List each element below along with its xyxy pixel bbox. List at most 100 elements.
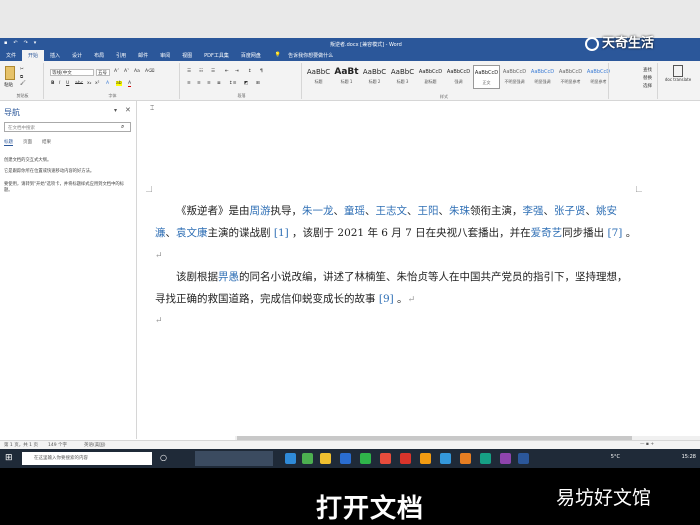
app-icon[interactable] xyxy=(302,453,313,464)
style-intense-emphasis[interactable]: AaBbCcD 明显强调 xyxy=(529,65,556,89)
app-icon[interactable] xyxy=(500,453,511,464)
nav-tab-pages[interactable]: 页面 xyxy=(23,139,32,146)
ruler-toggle-icon[interactable]: ⌶ xyxy=(150,104,162,114)
style-emphasis[interactable]: AaBbCcD 强调 xyxy=(445,65,472,89)
change-case-icon[interactable]: Aa xyxy=(134,69,140,74)
word-icon[interactable] xyxy=(518,453,529,464)
hyperlink[interactable]: 爱奇艺 xyxy=(531,227,563,239)
tell-me-box[interactable]: 告诉我你想要做什么 xyxy=(287,50,339,61)
underline-icon[interactable]: U xyxy=(66,81,69,86)
style-heading-3[interactable]: AaBbC 标题 3 xyxy=(389,65,416,89)
superscript-icon[interactable]: x² xyxy=(95,81,99,86)
word-count[interactable]: 149 个字 xyxy=(48,442,67,448)
style-subtle-emphasis[interactable]: AaBbCcD 不明显强调 xyxy=(501,65,528,89)
style-heading-1[interactable]: AaBt 标题 1 xyxy=(333,65,360,89)
align-center-icon[interactable]: ≡ xyxy=(197,81,201,86)
wechat-icon[interactable] xyxy=(360,453,371,464)
align-right-icon[interactable]: ≡ xyxy=(207,81,211,86)
search-icon[interactable]: ⌕ xyxy=(121,123,124,131)
hyperlink[interactable]: 袁文康 xyxy=(176,227,208,239)
nav-tab-headings[interactable]: 标题 xyxy=(4,139,13,146)
word-taskbar-button[interactable] xyxy=(195,451,273,466)
sort-icon[interactable]: ↕ xyxy=(248,69,252,74)
tab-file[interactable]: 文件 xyxy=(0,50,22,61)
format-painter-icon[interactable]: 🖌 xyxy=(20,81,26,86)
find-button[interactable]: 查找 xyxy=(643,67,652,73)
language[interactable]: 英语(美国) xyxy=(84,442,106,448)
taskbar-search-input[interactable]: 在这里输入你要搜索的内容 xyxy=(22,452,152,465)
windows-start-icon[interactable]: ⊞ xyxy=(5,453,13,463)
font-name-box[interactable]: 等线(中文 xyxy=(50,69,94,76)
tab-insert[interactable]: 插入 xyxy=(44,50,66,61)
redo-icon[interactable]: ↷ xyxy=(24,40,28,46)
numbering-icon[interactable]: ☷ xyxy=(199,69,203,74)
tab-mailings[interactable]: 邮件 xyxy=(132,50,154,61)
save-icon[interactable]: ▪ xyxy=(4,40,7,46)
hyperlink[interactable]: 张子贤 xyxy=(554,205,586,217)
edge-icon[interactable] xyxy=(285,453,296,464)
paragraph-2[interactable]: 该剧根据畀愚的同名小说改编，讲述了林楠笙、朱怡贞等人在中国共产党员的指引下，坚持… xyxy=(155,266,637,311)
grow-font-icon[interactable]: A˄ xyxy=(114,69,119,74)
nav-options-icon[interactable]: ▾ xyxy=(114,107,117,114)
tab-home[interactable]: 开始 xyxy=(22,50,45,61)
tab-pdf-tools[interactable]: PDF工具集 xyxy=(198,50,235,61)
clock-text[interactable]: 15:28 xyxy=(682,454,696,460)
zoom-slider[interactable]: — ▪ + xyxy=(640,442,654,447)
nav-search-input[interactable]: 在文档中搜索 xyxy=(4,122,131,132)
hyperlink[interactable]: [7] xyxy=(608,227,623,239)
hyperlink[interactable]: 王阳 xyxy=(418,205,439,217)
hyperlink[interactable]: 畀愚 xyxy=(218,271,239,283)
font-size-box[interactable]: 五号 xyxy=(96,69,110,76)
app-icon[interactable] xyxy=(380,453,391,464)
wps-icon[interactable] xyxy=(400,453,411,464)
paste-button[interactable]: 粘贴 xyxy=(4,82,13,88)
shading-icon[interactable]: ◩ xyxy=(244,81,248,86)
app-icon[interactable] xyxy=(320,453,331,464)
nav-tab-results[interactable]: 结果 xyxy=(42,139,51,146)
undo-icon[interactable]: ↶ xyxy=(13,40,17,46)
bold-icon[interactable]: B xyxy=(51,81,54,86)
hyperlink[interactable]: 朱一龙 xyxy=(302,205,334,217)
close-icon[interactable]: ✕ xyxy=(125,106,131,114)
multilevel-list-icon[interactable]: ☰ xyxy=(211,69,215,74)
font-color-icon[interactable]: A xyxy=(128,81,132,87)
tab-references[interactable]: 引用 xyxy=(110,50,132,61)
tab-baidu-netdisk[interactable]: 百度网盘 xyxy=(235,50,267,61)
tab-design[interactable]: 设计 xyxy=(66,50,88,61)
cut-icon[interactable]: ✂ xyxy=(20,67,24,72)
app-icon[interactable] xyxy=(480,453,491,464)
decrease-indent-icon[interactable]: ⇤ xyxy=(225,69,229,74)
shrink-font-icon[interactable]: A˅ xyxy=(124,69,129,74)
hyperlink[interactable]: [9] xyxy=(379,293,394,305)
hyperlink[interactable]: 周游 xyxy=(250,205,271,217)
app-icon[interactable] xyxy=(340,453,351,464)
show-marks-icon[interactable]: ¶ xyxy=(260,69,263,74)
style-normal[interactable]: AaBbCcD 正文 xyxy=(473,65,500,89)
empty-paragraph[interactable]: ↵ xyxy=(155,310,637,332)
style-title[interactable]: AaBbC 标题 xyxy=(305,65,332,89)
copy-icon[interactable]: ⧉ xyxy=(20,74,23,80)
line-spacing-icon[interactable]: ↕≡ xyxy=(229,81,237,86)
text-effects-icon[interactable]: A xyxy=(106,81,109,86)
style-subtle-reference[interactable]: AaBbCcD 不明显参考 xyxy=(557,65,584,89)
app-icon[interactable] xyxy=(460,453,471,464)
translate-button[interactable]: doc translate xyxy=(664,65,692,82)
style-subtitle[interactable]: AaBbCcD 副标题 xyxy=(417,65,444,89)
hyperlink[interactable]: 王志文 xyxy=(376,205,408,217)
page-count[interactable]: 第 1 页，共 1 页 xyxy=(4,442,38,448)
subscript-icon[interactable]: x₂ xyxy=(87,81,91,86)
clear-format-icon[interactable]: A⌫ xyxy=(145,69,154,74)
select-button[interactable]: 选择 xyxy=(643,83,652,89)
hyperlink[interactable]: 李强 xyxy=(523,205,544,217)
align-left-icon[interactable]: ≡ xyxy=(187,81,191,86)
highlight-icon[interactable]: ab xyxy=(116,81,122,86)
tab-view[interactable]: 视图 xyxy=(176,50,198,61)
tab-layout[interactable]: 布局 xyxy=(88,50,110,61)
paste-icon[interactable] xyxy=(5,66,15,80)
borders-icon[interactable]: ⊞ xyxy=(256,81,260,86)
app-icon[interactable] xyxy=(440,453,451,464)
hyperlink[interactable]: 童瑶 xyxy=(344,205,365,217)
weather-text[interactable]: 5°C xyxy=(611,454,620,460)
bullets-icon[interactable]: ☰ xyxy=(187,69,191,74)
hyperlink[interactable]: [1] xyxy=(274,227,289,239)
